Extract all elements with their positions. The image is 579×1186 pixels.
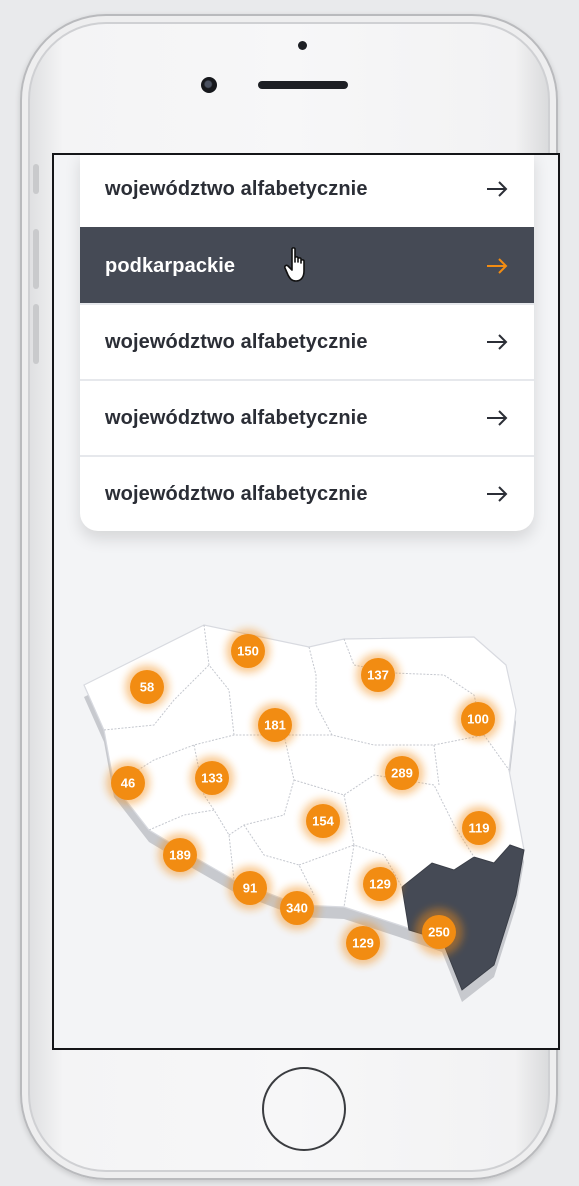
earpiece-speaker	[258, 81, 348, 89]
mute-switch	[33, 164, 39, 194]
badge-label: 250	[428, 925, 450, 940]
list-item[interactable]: województwo alfabetycznie	[80, 379, 534, 455]
badge-label: 100	[467, 712, 489, 727]
region-count-badge[interactable]: 150	[226, 629, 270, 673]
list-item-label: województwo alfabetycznie	[105, 482, 368, 505]
region-count-badge[interactable]: 100	[456, 697, 500, 741]
badge-label: 119	[469, 821, 490, 836]
voivodeship-list: województwo alfabetycznie podkarpackie w…	[80, 155, 534, 531]
region-count-badge[interactable]: 181	[253, 703, 297, 747]
badge-label: 189	[169, 848, 191, 863]
region-count-badge[interactable]: 289	[380, 751, 424, 795]
list-item[interactable]: województwo alfabetycznie	[80, 303, 534, 379]
region-count-badge[interactable]: 129	[358, 862, 402, 906]
list-item[interactable]: województwo alfabetycznie	[80, 155, 534, 227]
front-camera	[201, 77, 217, 93]
region-count-badge[interactable]: 119	[457, 806, 501, 850]
arrow-right-icon	[487, 486, 508, 502]
list-item-label: województwo alfabetycznie	[105, 177, 368, 200]
badge-label: 133	[201, 771, 223, 786]
badge-label: 91	[243, 881, 257, 896]
arrow-right-icon	[487, 258, 508, 274]
badge-label: 46	[121, 776, 135, 791]
badge-label: 137	[367, 668, 389, 683]
phone-screen: województwo alfabetycznie podkarpackie w…	[52, 153, 560, 1050]
volume-up-button	[33, 229, 39, 289]
badge-label: 58	[140, 680, 154, 695]
region-count-badge[interactable]: 129	[341, 921, 385, 965]
region-count-badge[interactable]: 189	[158, 833, 202, 877]
badge-label: 289	[391, 766, 413, 781]
region-count-badge[interactable]: 133	[190, 756, 234, 800]
region-count-badge[interactable]: 250	[415, 908, 463, 956]
badge-label: 129	[352, 936, 374, 951]
region-count-badge[interactable]: 46	[106, 761, 150, 805]
arrow-right-icon	[487, 334, 508, 350]
poland-map: 150 137 58 181 100 46 133 289 154 119 18…	[83, 624, 525, 1002]
hand-pointer-icon	[284, 247, 305, 282]
arrow-right-icon	[487, 410, 508, 426]
region-count-badge[interactable]: 154	[301, 799, 345, 843]
region-count-badge[interactable]: 58	[125, 665, 169, 709]
proximity-sensor	[298, 41, 307, 50]
volume-down-button	[33, 304, 39, 364]
list-item-label: województwo alfabetycznie	[105, 406, 368, 429]
badge-label: 154	[312, 814, 334, 829]
region-count-badge[interactable]: 91	[228, 866, 272, 910]
badge-label: 150	[237, 644, 259, 659]
list-item-label: województwo alfabetycznie	[105, 330, 368, 353]
list-item[interactable]: województwo alfabetycznie	[80, 455, 534, 531]
home-button[interactable]	[262, 1067, 346, 1151]
badge-label: 181	[264, 718, 286, 733]
badge-label: 129	[369, 877, 391, 892]
badge-label: 340	[286, 901, 308, 916]
region-count-badge[interactable]: 137	[356, 653, 400, 697]
arrow-right-icon	[487, 181, 508, 197]
region-count-badge[interactable]: 340	[275, 886, 319, 930]
